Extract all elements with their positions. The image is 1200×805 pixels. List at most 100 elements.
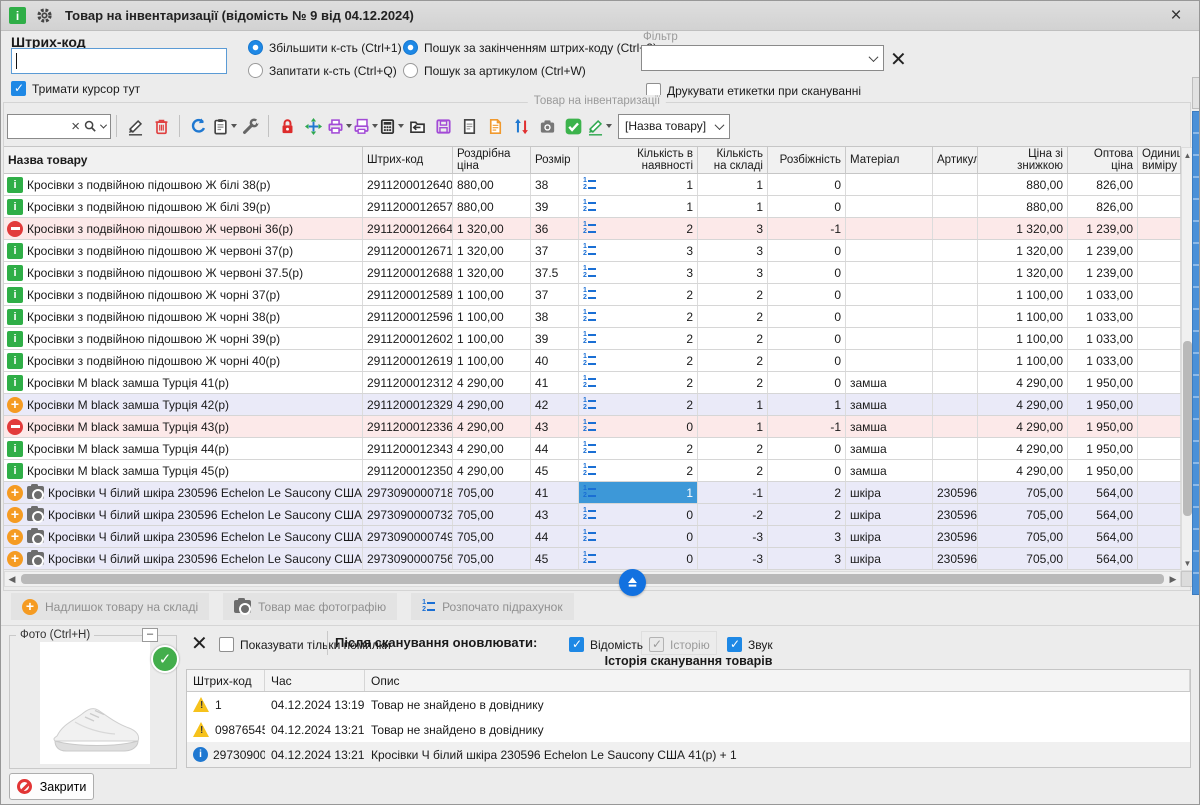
cell-wholesale[interactable]: 564,00: [1068, 548, 1138, 569]
table-row[interactable]: iКросівки з подвійною підошвою Ж чорні 3…: [4, 306, 1181, 328]
collapsed-side-panel[interactable]: [1192, 111, 1200, 595]
radio-search-barcode-ending[interactable]: Пошук за закінченням штрих-коду (Ctrl+2): [403, 40, 657, 55]
cell-discount[interactable]: 4 290,00: [978, 394, 1068, 415]
cell-size[interactable]: 36: [531, 218, 579, 239]
cell-material[interactable]: [846, 196, 933, 217]
cell-retail[interactable]: 4 290,00: [453, 416, 531, 437]
cell-stock[interactable]: 2: [698, 284, 768, 305]
close-window-button[interactable]: ×: [1161, 4, 1191, 28]
cell-material[interactable]: [846, 262, 933, 283]
cell-stock[interactable]: 1: [698, 394, 768, 415]
cell-article[interactable]: [933, 196, 978, 217]
table-row[interactable]: iКросівки М black замша Турція 44(р)2911…: [4, 438, 1181, 460]
edit-pencil-button[interactable]: [122, 113, 148, 139]
cell-stock[interactable]: -3: [698, 548, 768, 569]
cell-retail[interactable]: 1 100,00: [453, 350, 531, 371]
cell-diff[interactable]: 0: [768, 262, 846, 283]
cell-diff[interactable]: 0: [768, 372, 846, 393]
history-row[interactable]: 098765456...04.12.2024 13:21:34Товар не …: [187, 717, 1190, 742]
cell-wholesale[interactable]: 1 239,00: [1068, 262, 1138, 283]
keep-cursor-checkbox[interactable]: Тримати курсор тут: [11, 81, 140, 96]
cell-unit[interactable]: [1138, 350, 1181, 371]
cell-retail[interactable]: 4 290,00: [453, 394, 531, 415]
cell-diff[interactable]: 3: [768, 548, 846, 569]
cell-material[interactable]: [846, 350, 933, 371]
column-header-stock[interactable]: Кількість на складі: [698, 147, 768, 173]
cell-material[interactable]: замша: [846, 438, 933, 459]
table-row[interactable]: iКросівки М black замша Турція 45(р)2911…: [4, 460, 1181, 482]
cell-material[interactable]: [846, 240, 933, 261]
cell-size[interactable]: 40: [531, 350, 579, 371]
cell-barcode[interactable]: 2911200012640: [363, 174, 453, 195]
cell-article[interactable]: 230596: [933, 482, 978, 503]
history-row[interactable]: 104.12.2024 13:19:56Товар не знайдено в …: [187, 692, 1190, 717]
confirm-check-button[interactable]: [560, 113, 586, 139]
cell-qty-available[interactable]: 120: [579, 416, 698, 437]
cell-name[interactable]: Кросівки Ч білий шкіра 230596 Echelon Le…: [4, 548, 363, 569]
cell-retail[interactable]: 1 320,00: [453, 218, 531, 239]
cell-size[interactable]: 45: [531, 460, 579, 481]
cell-size[interactable]: 39: [531, 196, 579, 217]
cell-article[interactable]: [933, 328, 978, 349]
cell-diff[interactable]: 0: [768, 284, 846, 305]
document-plain-button[interactable]: [456, 113, 482, 139]
cell-unit[interactable]: [1138, 504, 1181, 525]
filter-clear-button[interactable]: ✕: [890, 50, 907, 70]
cell-name[interactable]: iКросівки з подвійною підошвою Ж білі 38…: [4, 174, 363, 195]
cell-unit[interactable]: [1138, 526, 1181, 547]
close-button[interactable]: Закрити: [9, 773, 94, 800]
cell-diff[interactable]: 2: [768, 482, 846, 503]
cell-qty-available[interactable]: 121: [579, 196, 698, 217]
cell-article[interactable]: 230596: [933, 526, 978, 547]
cell-size[interactable]: 37: [531, 240, 579, 261]
column-header-article[interactable]: Артикул: [933, 147, 978, 173]
cell-unit[interactable]: [1138, 306, 1181, 327]
sound-checkbox[interactable]: Звук: [727, 637, 773, 652]
cell-material[interactable]: шкіра: [846, 548, 933, 569]
cell-diff[interactable]: 1: [768, 394, 846, 415]
cell-barcode[interactable]: 2911200012329: [363, 394, 453, 415]
table-row[interactable]: iКросівки з подвійною підошвою Ж чорні 3…: [4, 284, 1181, 306]
cell-unit[interactable]: [1138, 196, 1181, 217]
history-column-header[interactable]: Час: [265, 670, 365, 691]
cell-discount[interactable]: 4 290,00: [978, 460, 1068, 481]
cell-stock[interactable]: 1: [698, 416, 768, 437]
radio-search-article[interactable]: Пошук за артикулом (Ctrl+W): [403, 63, 586, 78]
refresh-button[interactable]: [185, 113, 211, 139]
column-header-name[interactable]: Назва товару: [4, 147, 363, 173]
cell-article[interactable]: [933, 284, 978, 305]
clear-search-icon[interactable]: ×: [71, 118, 80, 135]
cell-stock[interactable]: 2: [698, 460, 768, 481]
cell-name[interactable]: Кросівки з подвійною підошвою Ж червоні …: [4, 218, 363, 239]
cell-stock[interactable]: 3: [698, 240, 768, 261]
column-header-qty[interactable]: Кількість в наявності: [579, 147, 698, 173]
cell-unit[interactable]: [1138, 174, 1181, 195]
cell-name[interactable]: Кросівки Ч білий шкіра 230596 Echelon Le…: [4, 504, 363, 525]
cell-material[interactable]: замша: [846, 394, 933, 415]
cell-article[interactable]: [933, 394, 978, 415]
cell-size[interactable]: 44: [531, 526, 579, 547]
cell-barcode[interactable]: 2973090000756: [363, 548, 453, 569]
search-column-combobox[interactable]: [Назва товару]: [618, 114, 730, 139]
cell-unit[interactable]: [1138, 394, 1181, 415]
cell-name[interactable]: iКросівки М black замша Турція 41(р): [4, 372, 363, 393]
cell-discount[interactable]: 705,00: [978, 548, 1068, 569]
cell-unit[interactable]: [1138, 328, 1181, 349]
barcode-input[interactable]: [11, 48, 227, 74]
save-floppy-button[interactable]: [430, 113, 456, 139]
radio-ask-qty[interactable]: Запитати к-сть (Ctrl+Q): [248, 63, 397, 78]
cell-qty-available[interactable]: 120: [579, 526, 698, 547]
cell-retail[interactable]: 705,00: [453, 526, 531, 547]
cell-material[interactable]: замша: [846, 372, 933, 393]
edit-green-button[interactable]: [586, 113, 612, 139]
cell-unit[interactable]: [1138, 438, 1181, 459]
cell-wholesale[interactable]: 564,00: [1068, 482, 1138, 503]
table-row[interactable]: iКросівки з подвійною підошвою Ж чорні 3…: [4, 328, 1181, 350]
cell-material[interactable]: шкіра: [846, 526, 933, 547]
cell-qty-available[interactable]: 122: [579, 394, 698, 415]
cell-wholesale[interactable]: 1 239,00: [1068, 218, 1138, 239]
cell-qty-available[interactable]: 122: [579, 438, 698, 459]
history-column-header[interactable]: Опис: [365, 670, 1190, 691]
cell-wholesale[interactable]: 1 950,00: [1068, 460, 1138, 481]
cell-article[interactable]: 230596: [933, 504, 978, 525]
